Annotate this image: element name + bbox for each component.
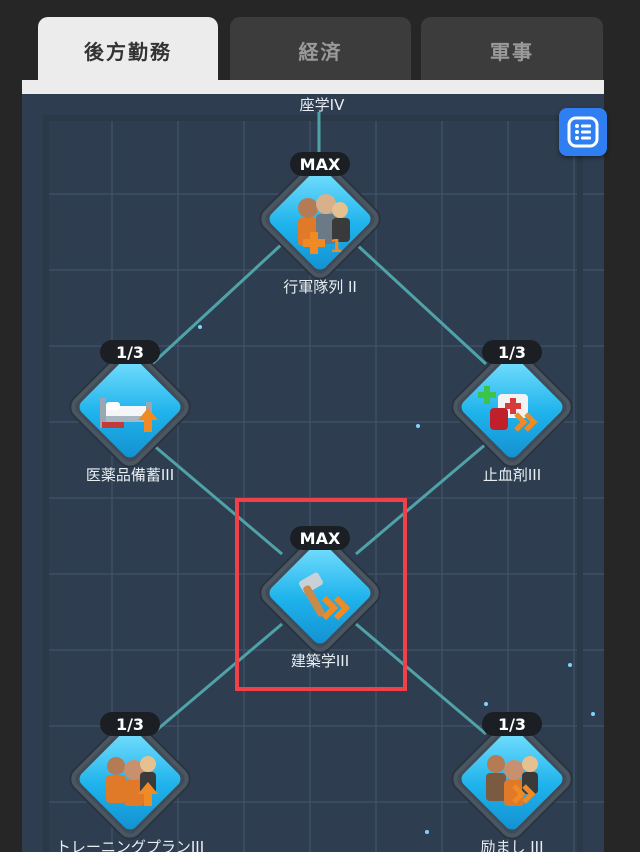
research-node-march[interactable]: 1 MAX 行軍隊列 II [250, 152, 390, 302]
node-level-badge: 1/3 [482, 712, 542, 736]
node-label-prerequisite: 座学IV [299, 96, 345, 114]
research-node-hemostat[interactable]: 1/3 止血剤III [442, 340, 582, 490]
screen: 後方勤務 経済 軍事 座学IV 1 MAX 行軍隊列 II 1/3 医薬品備蓄I… [0, 0, 640, 852]
node-level-badge: 1/3 [100, 340, 160, 364]
research-node-encourage[interactable]: 1/3 励まし III [442, 712, 582, 852]
hammer-icon [299, 572, 351, 621]
svg-text:1: 1 [330, 236, 343, 257]
node-label: 行軍隊列 II [283, 278, 357, 296]
node-label: 止血剤III [482, 466, 542, 484]
node-level-badge: MAX [290, 526, 350, 550]
research-tree-board: 座学IV 1 MAX 行軍隊列 II 1/3 医薬品備蓄III 1/3 止血剤I… [22, 94, 604, 852]
node-level-badge: MAX [290, 152, 350, 176]
node-label: 建築学III [290, 652, 350, 670]
soldiers-speed-icon [486, 755, 538, 806]
research-node-construction[interactable]: MAX 建築学III [250, 526, 390, 676]
node-label: 医薬品備蓄III [85, 466, 175, 484]
tab-logistics[interactable]: 後方勤務 [38, 17, 218, 83]
research-node-medical[interactable]: 1/3 医薬品備蓄III [60, 340, 200, 490]
medkit-icon [478, 386, 538, 432]
node-level-badge: 1/3 [482, 340, 542, 364]
research-node-training[interactable]: 1/3 トレーニングプランIII [56, 712, 204, 852]
node-label: 励まし III [480, 838, 544, 852]
tab-economy[interactable]: 経済 [230, 17, 411, 83]
list-icon [567, 116, 599, 148]
node-level-badge: 1/3 [100, 712, 160, 736]
hospital-bed-icon [100, 398, 158, 432]
soldiers-up-icon [106, 756, 158, 806]
tab-military[interactable]: 軍事 [421, 17, 603, 83]
tab-underline [22, 80, 604, 94]
soldiers-plus-icon: 1 [298, 194, 350, 257]
node-label: トレーニングプランIII [55, 838, 205, 852]
list-button[interactable] [559, 108, 607, 156]
